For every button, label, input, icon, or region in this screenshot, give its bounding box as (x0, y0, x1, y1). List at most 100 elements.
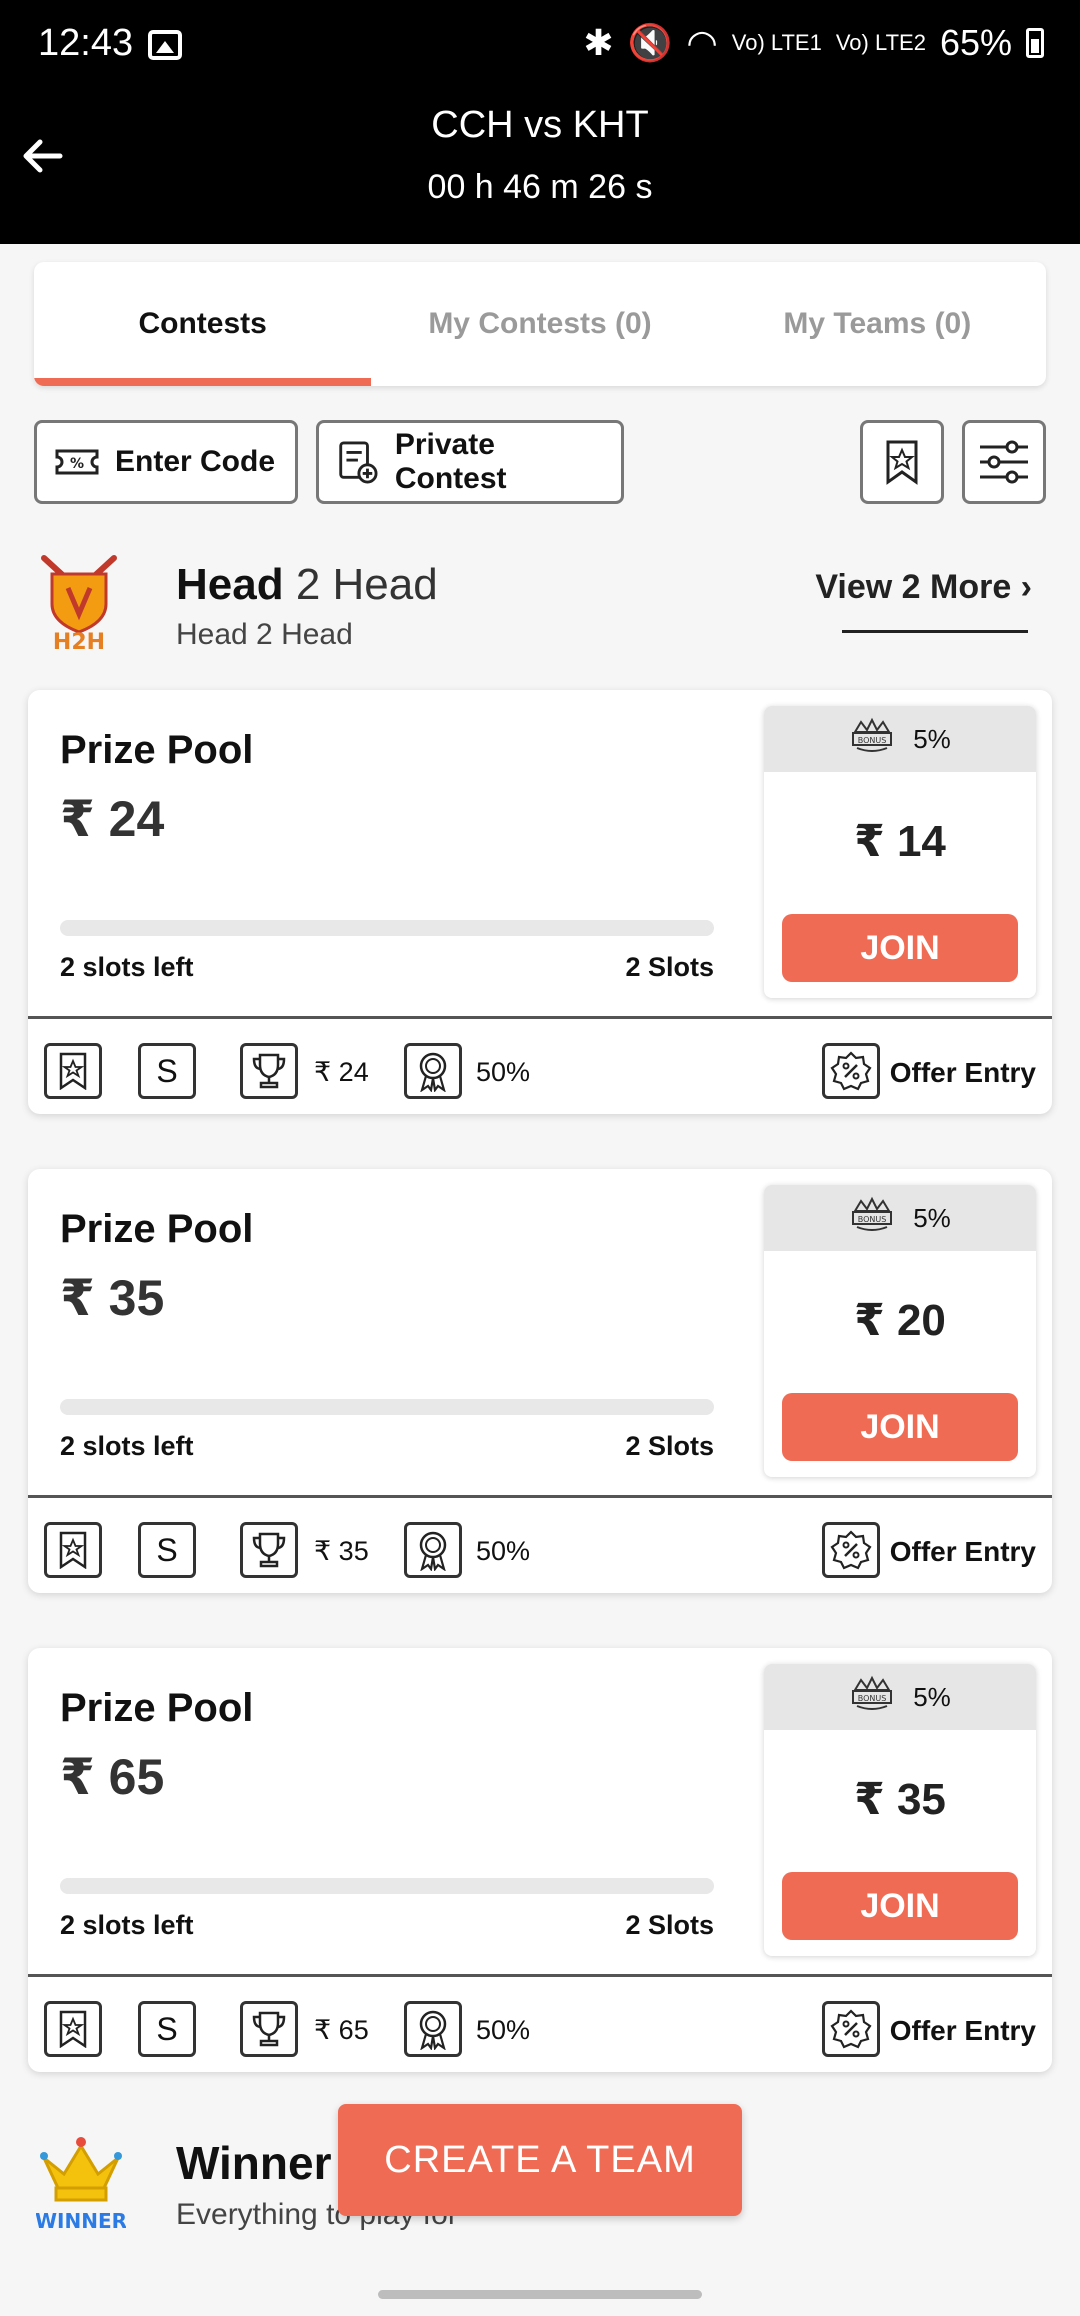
filter-sliders-icon (980, 440, 1028, 484)
win-percent: 50% (476, 1057, 531, 1087)
entry-box: BONUS 5% ₹ 20 JOIN (764, 1185, 1036, 1477)
card-footer: S ₹ 65 50% Offer Entry (28, 1977, 1052, 2072)
private-contest-label: Private Contest (394, 428, 507, 495)
bonus-strip: BONUS 5% (764, 1664, 1036, 1730)
signal-lte2-icon: Vo) LTE2 (835, 30, 926, 55)
trophy-icon (240, 1043, 298, 1099)
home-indicator[interactable] (378, 2290, 702, 2299)
offer-entry-label: Offer Entry (889, 1057, 1036, 1088)
view-more-link[interactable]: View 2 More › (815, 568, 1032, 607)
prize-pool-amount: ₹ 65 (60, 1749, 165, 1805)
bonus-icon: BONUS (849, 1195, 895, 1242)
medal-icon (404, 1043, 462, 1099)
match-title: CCH vs KHT (431, 104, 649, 146)
battery-icon (1026, 28, 1044, 58)
svg-text:BONUS: BONUS (858, 1694, 887, 1703)
entry-fee: ₹ 14 (854, 817, 946, 866)
slots-left: 2 slots left (60, 1910, 194, 1940)
section-subtitle: Head 2 Head (176, 618, 353, 651)
bookmark-star-icon[interactable] (44, 1043, 102, 1099)
tab-my-contests[interactable]: My Contests (0) (371, 262, 708, 386)
entry-fee: ₹ 20 (854, 1296, 946, 1345)
single-entry-badge: S (138, 1522, 196, 1578)
bonus-strip: BONUS 5% (764, 706, 1036, 772)
wifi-icon: ◠ (686, 22, 718, 63)
footer-prize: ₹ 24 (314, 1057, 369, 1087)
match-countdown: 00 h 46 m 26 s (427, 168, 653, 206)
tab-contests[interactable]: Contests (34, 262, 372, 386)
contest-card[interactable]: Prize Pool ₹ 65 2 slots left 2 Slots BONUS 5%… (28, 1648, 1052, 2072)
view-more-underline (842, 630, 1028, 633)
enter-code-button[interactable]: % Enter Code (34, 420, 298, 504)
status-time: 12:43 (38, 22, 134, 64)
svg-text:BONUS: BONUS (858, 1215, 887, 1224)
bonus-percent: 5% (913, 723, 951, 754)
bonus-strip: BONUS 5% (764, 1185, 1036, 1251)
tab-my-teams[interactable]: My Teams (0) (709, 262, 1046, 386)
entry-fee: ₹ 35 (854, 1775, 946, 1824)
offer-entry-label: Offer Entry (889, 1536, 1036, 1567)
entry-box: BONUS 5% ₹ 14 JOIN (764, 706, 1036, 998)
bonus-percent: 5% (913, 1681, 951, 1712)
saved-contests-button[interactable] (860, 420, 944, 504)
signal-lte1-icon: Vo) LTE1 (731, 30, 822, 55)
winner-section-title: Winner (176, 2137, 332, 2189)
section-title-rest: 2 Head (295, 560, 438, 609)
filter-button[interactable] (962, 420, 1046, 504)
svg-text:%: % (70, 456, 84, 472)
slots-progress-bar (60, 1878, 714, 1894)
bonus-icon: BONUS (849, 1674, 895, 1721)
prize-pool-amount: ₹ 35 (60, 1270, 165, 1326)
battery-percent: 65% (939, 22, 1012, 63)
section-title-bold: Head (176, 560, 284, 609)
private-contest-button[interactable]: Private Contest (316, 420, 624, 504)
prize-pool-label: Prize Pool (60, 728, 254, 772)
footer-prize: ₹ 35 (314, 1536, 369, 1566)
bonus-icon: BONUS (849, 716, 895, 763)
section-title: Head 2 Head (176, 560, 438, 610)
win-percent: 50% (476, 1536, 531, 1566)
offer-icon (822, 1522, 880, 1578)
create-contest-icon (339, 441, 378, 484)
svg-text:BONUS: BONUS (858, 736, 887, 745)
slots-left: 2 slots left (60, 1431, 194, 1461)
winner-logo-text: WINNER (36, 2209, 126, 2233)
offer-icon (822, 2001, 880, 2057)
bookmark-star-icon (886, 440, 918, 485)
prize-pool-amount: ₹ 24 (60, 791, 165, 847)
join-button[interactable]: JOIN (782, 914, 1018, 982)
total-slots: 2 Slots (625, 1910, 714, 1940)
join-button[interactable]: JOIN (782, 1872, 1018, 1940)
bluetooth-icon: ✱ (583, 22, 614, 63)
h2h-logo: H2H (41, 555, 117, 652)
coupon-icon: % (55, 449, 99, 475)
prize-pool-label: Prize Pool (60, 1686, 254, 1730)
bookmark-star-icon[interactable] (44, 2001, 102, 2057)
top-bar: 12:43 ✱ 🔇 ◠ Vo) LTE1 Vo) LTE2 65% CCH vs… (0, 0, 1080, 244)
offer-icon (822, 1043, 880, 1099)
total-slots: 2 Slots (625, 1431, 714, 1461)
enter-code-label: Enter Code (115, 445, 276, 478)
contest-tabs: Contests My Contests (0) My Teams (0) (34, 262, 1046, 386)
card-footer: S ₹ 35 50% Offer Entry (28, 1498, 1052, 1593)
medal-icon (404, 2001, 462, 2057)
status-bar: 12:43 ✱ 🔇 ◠ Vo) LTE1 Vo) LTE2 65% (0, 0, 1080, 94)
trophy-icon (240, 2001, 298, 2057)
footer-prize: ₹ 65 (314, 2015, 369, 2045)
contest-card[interactable]: Prize Pool ₹ 35 2 slots left 2 Slots BONUS 5%… (28, 1169, 1052, 1593)
h2h-logo-text: H2H (53, 630, 105, 652)
win-percent: 50% (476, 2015, 531, 2045)
entry-box: BONUS 5% ₹ 35 JOIN (764, 1664, 1036, 1956)
slots-left: 2 slots left (60, 952, 194, 982)
single-entry-badge: S (138, 2001, 196, 2057)
join-button[interactable]: JOIN (782, 1393, 1018, 1461)
contest-card[interactable]: Prize Pool ₹ 24 2 slots left 2 Slots BONUS 5%… (28, 690, 1052, 1114)
create-team-button[interactable]: CREATE A TEAM (338, 2104, 742, 2216)
single-entry-badge: S (138, 1043, 196, 1099)
mute-icon: 🔇 (627, 22, 673, 63)
bookmark-star-icon[interactable] (44, 1522, 102, 1578)
card-footer: S ₹ 24 50% Offer Entry (28, 1019, 1052, 1114)
offer-entry-label: Offer Entry (889, 2015, 1036, 2046)
medal-icon (404, 1522, 462, 1578)
trophy-icon (240, 1522, 298, 1578)
